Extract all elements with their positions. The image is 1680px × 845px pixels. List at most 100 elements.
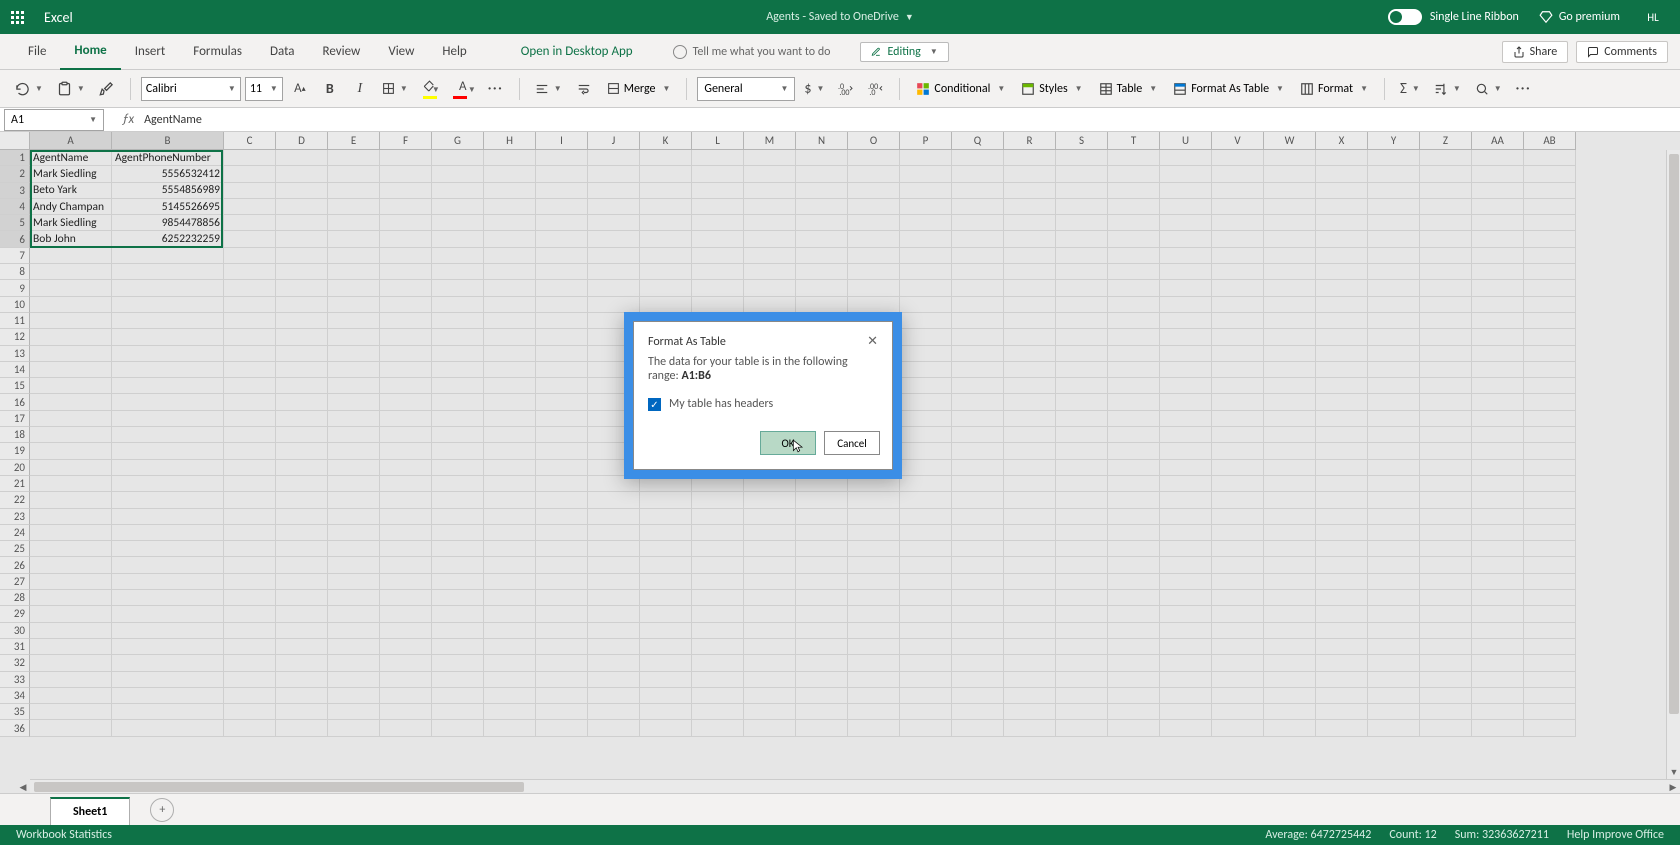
- cell-J23[interactable]: [588, 509, 640, 525]
- cell-X12[interactable]: [1316, 329, 1368, 345]
- cell-J3[interactable]: [588, 183, 640, 199]
- cell-G19[interactable]: [432, 443, 484, 459]
- cell-R13[interactable]: [1004, 346, 1056, 362]
- cell-E35[interactable]: [328, 704, 380, 720]
- cell-Q10[interactable]: [952, 297, 1004, 313]
- cell-B8[interactable]: [112, 264, 224, 280]
- cell-Z36[interactable]: [1420, 720, 1472, 736]
- cell-J28[interactable]: [588, 590, 640, 606]
- cell-A14[interactable]: [30, 362, 112, 378]
- formula-bar-input[interactable]: AgentName: [144, 113, 202, 127]
- cell-F32[interactable]: [380, 655, 432, 671]
- row-header-24[interactable]: 24: [0, 525, 30, 541]
- cell-A11[interactable]: [30, 313, 112, 329]
- cell-E9[interactable]: [328, 280, 380, 296]
- cell-S8[interactable]: [1056, 264, 1108, 280]
- row-header-12[interactable]: 12: [0, 329, 30, 345]
- vertical-scrollbar[interactable]: ▲ ▼: [1666, 150, 1680, 779]
- cell-R8[interactable]: [1004, 264, 1056, 280]
- cell-X26[interactable]: [1316, 557, 1368, 573]
- cell-C34[interactable]: [224, 688, 276, 704]
- cell-M5[interactable]: [744, 215, 796, 231]
- cell-T31[interactable]: [1108, 639, 1160, 655]
- cell-I9[interactable]: [536, 280, 588, 296]
- cell-I27[interactable]: [536, 574, 588, 590]
- cell-F21[interactable]: [380, 476, 432, 492]
- cell-L8[interactable]: [692, 264, 744, 280]
- column-header-Q[interactable]: Q: [952, 132, 1004, 150]
- cell-U12[interactable]: [1160, 329, 1212, 345]
- table-button[interactable]: Table ▼: [1093, 82, 1164, 96]
- cell-AB5[interactable]: [1524, 215, 1576, 231]
- cell-V27[interactable]: [1212, 574, 1264, 590]
- cell-X32[interactable]: [1316, 655, 1368, 671]
- cell-A8[interactable]: [30, 264, 112, 280]
- cell-N25[interactable]: [796, 541, 848, 557]
- cell-I17[interactable]: [536, 411, 588, 427]
- single-line-ribbon-toggle[interactable]: Single Line Ribbon: [1388, 9, 1519, 25]
- cell-I15[interactable]: [536, 378, 588, 394]
- cell-D27[interactable]: [276, 574, 328, 590]
- cell-A20[interactable]: [30, 460, 112, 476]
- cell-I11[interactable]: [536, 313, 588, 329]
- italic-button[interactable]: I: [347, 76, 373, 102]
- cell-R20[interactable]: [1004, 460, 1056, 476]
- cell-S25[interactable]: [1056, 541, 1108, 557]
- cell-E4[interactable]: [328, 199, 380, 215]
- cell-F18[interactable]: [380, 427, 432, 443]
- cell-F33[interactable]: [380, 672, 432, 688]
- cell-F35[interactable]: [380, 704, 432, 720]
- cell-S18[interactable]: [1056, 427, 1108, 443]
- cell-X15[interactable]: [1316, 378, 1368, 394]
- cell-Z6[interactable]: [1420, 231, 1472, 247]
- cell-V29[interactable]: [1212, 606, 1264, 622]
- cell-V26[interactable]: [1212, 557, 1264, 573]
- cell-B28[interactable]: [112, 590, 224, 606]
- cell-Z30[interactable]: [1420, 623, 1472, 639]
- cell-L32[interactable]: [692, 655, 744, 671]
- cell-X35[interactable]: [1316, 704, 1368, 720]
- cell-AA32[interactable]: [1472, 655, 1524, 671]
- cell-E12[interactable]: [328, 329, 380, 345]
- row-header-32[interactable]: 32: [0, 655, 30, 671]
- cell-N23[interactable]: [796, 509, 848, 525]
- cell-B17[interactable]: [112, 411, 224, 427]
- cell-Y1[interactable]: [1368, 150, 1420, 166]
- cell-E24[interactable]: [328, 525, 380, 541]
- cell-U32[interactable]: [1160, 655, 1212, 671]
- cell-S14[interactable]: [1056, 362, 1108, 378]
- cell-C17[interactable]: [224, 411, 276, 427]
- cell-D10[interactable]: [276, 297, 328, 313]
- cell-U7[interactable]: [1160, 248, 1212, 264]
- cell-C3[interactable]: [224, 183, 276, 199]
- autosum-button[interactable]: Σ▼: [1395, 76, 1425, 102]
- cell-AA19[interactable]: [1472, 443, 1524, 459]
- cell-S6[interactable]: [1056, 231, 1108, 247]
- cell-P11[interactable]: [900, 313, 952, 329]
- cell-Y24[interactable]: [1368, 525, 1420, 541]
- cell-AA30[interactable]: [1472, 623, 1524, 639]
- cell-P20[interactable]: [900, 460, 952, 476]
- cell-AA33[interactable]: [1472, 672, 1524, 688]
- cell-AA18[interactable]: [1472, 427, 1524, 443]
- cell-C12[interactable]: [224, 329, 276, 345]
- cell-Z9[interactable]: [1420, 280, 1472, 296]
- cell-I26[interactable]: [536, 557, 588, 573]
- row-header-17[interactable]: 17: [0, 411, 30, 427]
- cell-AB12[interactable]: [1524, 329, 1576, 345]
- column-header-W[interactable]: W: [1264, 132, 1316, 150]
- cell-P24[interactable]: [900, 525, 952, 541]
- cell-S27[interactable]: [1056, 574, 1108, 590]
- cell-E20[interactable]: [328, 460, 380, 476]
- cell-N6[interactable]: [796, 231, 848, 247]
- cell-X29[interactable]: [1316, 606, 1368, 622]
- cell-D4[interactable]: [276, 199, 328, 215]
- cell-S34[interactable]: [1056, 688, 1108, 704]
- cell-C32[interactable]: [224, 655, 276, 671]
- cell-R35[interactable]: [1004, 704, 1056, 720]
- cell-H2[interactable]: [484, 166, 536, 182]
- cell-A23[interactable]: [30, 509, 112, 525]
- cell-Z17[interactable]: [1420, 411, 1472, 427]
- cell-AB28[interactable]: [1524, 590, 1576, 606]
- cell-M8[interactable]: [744, 264, 796, 280]
